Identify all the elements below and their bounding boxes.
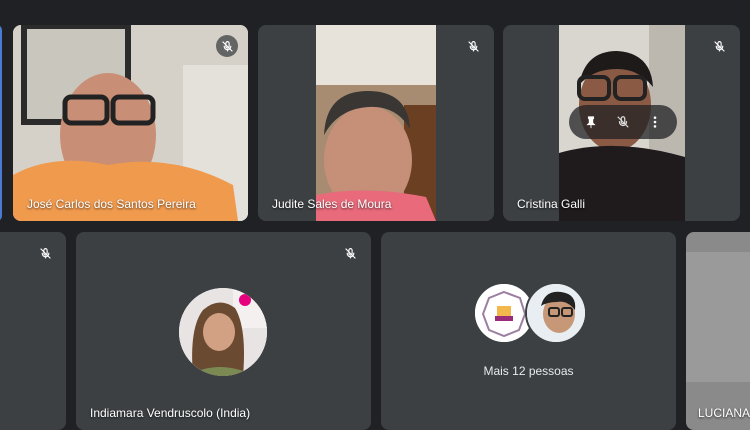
participant-tile-jose[interactable]: José Carlos dos Santos Pereira [13, 25, 248, 221]
participant-video [316, 25, 436, 221]
pin-icon[interactable] [579, 110, 603, 134]
participant-tile-indiamara[interactable]: Indiamara Vendruscolo (India) [76, 232, 371, 430]
mic-off-icon [216, 35, 238, 57]
participant-name: Indiamara Vendruscolo (India) [90, 406, 251, 420]
participant-video [13, 25, 248, 221]
mic-off-icon [339, 242, 361, 264]
mic-off-icon [708, 35, 730, 57]
participant-tile-partial-left[interactable] [0, 25, 2, 221]
participant-tile-luciana[interactable]: LUCIANA [686, 232, 750, 430]
participant-tile-cristina[interactable]: Cristina Galli [503, 25, 740, 221]
participant-name: Cristina Galli [517, 197, 586, 211]
participant-name: LUCIANA [698, 406, 750, 420]
tile-hover-controls [569, 105, 677, 139]
participant-name: Judite Sales de Moura [272, 197, 392, 211]
mic-off-icon [462, 35, 484, 57]
mic-off-icon [34, 242, 56, 264]
overflow-participants-tile[interactable]: Mais 12 pessoas [381, 232, 676, 430]
participant-avatar [525, 282, 587, 344]
participant-video [686, 232, 750, 430]
overflow-count-label: Mais 12 pessoas [483, 364, 574, 378]
mic-off-icon[interactable] [611, 110, 635, 134]
participant-tile-judite[interactable]: Judite Sales de Moura [258, 25, 494, 221]
more-vert-icon[interactable] [643, 110, 667, 134]
participant-avatar [179, 288, 267, 376]
participant-name: José Carlos dos Santos Pereira [27, 197, 196, 211]
participant-tile-partial-left-bottom[interactable] [0, 232, 66, 430]
